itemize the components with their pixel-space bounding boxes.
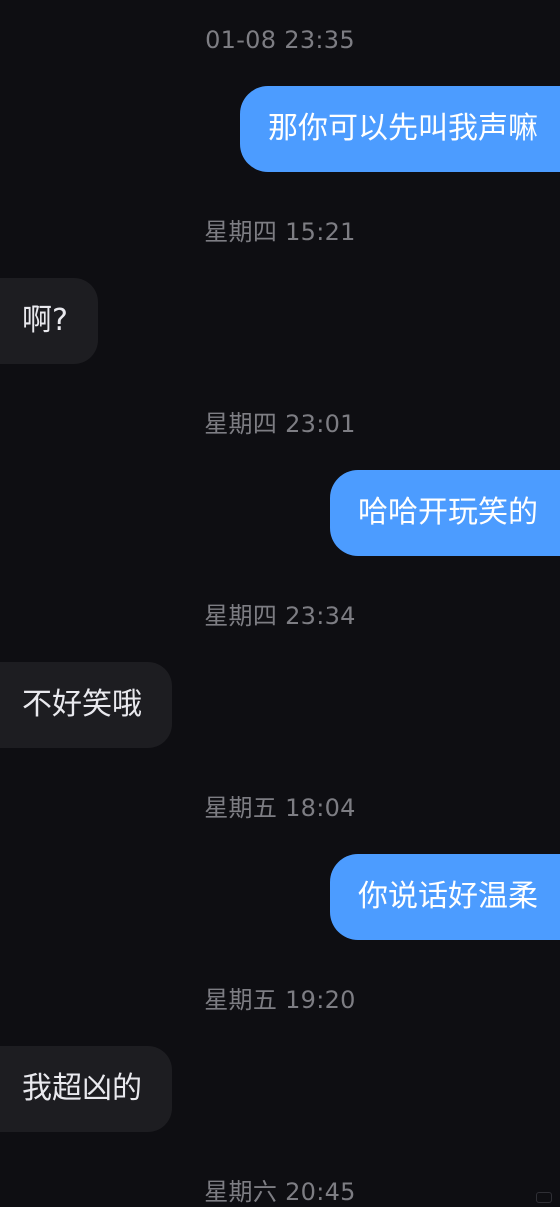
chat-thread[interactable]: 01-08 23:35 那你可以先叫我声嘛 星期四 15:21 啊? 星期四 2… <box>0 0 560 1207</box>
timestamp: 星期四 23:34 <box>204 602 356 630</box>
incoming-message-bubble[interactable]: 不好笑哦 <box>0 662 172 748</box>
timestamp: 星期六 20:45 <box>204 1178 356 1206</box>
incoming-message-bubble[interactable]: 我超凶的 <box>0 1046 172 1132</box>
watermark-icon <box>536 1192 552 1203</box>
outgoing-message-bubble[interactable]: 哈哈开玩笑的 <box>330 470 560 556</box>
timestamp: 星期五 19:20 <box>204 986 356 1014</box>
timestamp: 星期四 23:01 <box>204 410 356 438</box>
timestamp: 01-08 23:35 <box>205 26 355 54</box>
timestamp: 星期五 18:04 <box>204 794 356 822</box>
incoming-message-bubble[interactable]: 啊? <box>0 278 98 364</box>
timestamp: 星期四 15:21 <box>204 218 356 246</box>
outgoing-message-bubble[interactable]: 那你可以先叫我声嘛 <box>240 86 560 172</box>
outgoing-message-bubble[interactable]: 你说话好温柔 <box>330 854 560 940</box>
